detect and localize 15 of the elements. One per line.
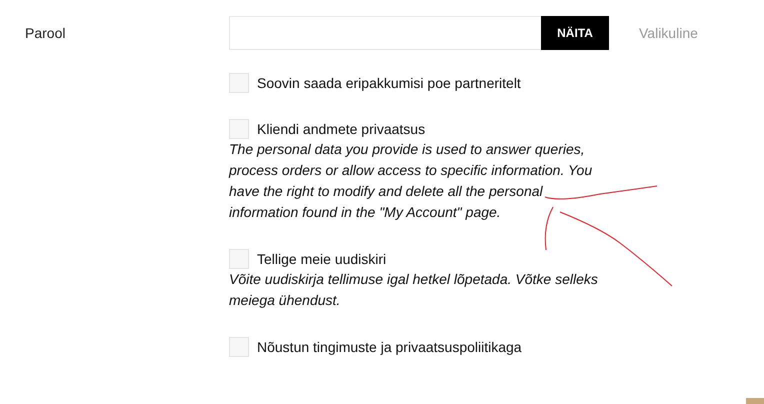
checkbox[interactable] xyxy=(229,337,249,357)
option-description: The personal data you provide is used to answer queries, process orders or allow access to specific information. You have the right to modify and delete all the personal information found in the "My Account" page. xyxy=(229,140,594,222)
optional-hint: Valikuline xyxy=(639,25,698,41)
checkbox-label: Soovin saada eripakkumisi poe partneritelt xyxy=(257,75,521,91)
checkbox[interactable] xyxy=(229,119,249,139)
checkbox-label: Nõustun tingimuste ja privaatsuspoliitikaga xyxy=(257,339,522,355)
checkbox[interactable] xyxy=(229,73,249,93)
password-field[interactable] xyxy=(229,16,541,50)
checkbox-label: Tellige meie uudiskiri xyxy=(257,251,386,267)
show-password-button[interactable]: NÄITA xyxy=(541,16,609,50)
checkbox[interactable] xyxy=(229,249,249,269)
checkbox-label: Kliendi andmete privaatsus xyxy=(257,121,426,137)
corner-tab[interactable] xyxy=(746,398,764,404)
option-description: Võite uudiskirja tellimuse igal hetkel lõpetada. Võtke selleks meiega ühendust. xyxy=(229,270,599,310)
password-label: Parool xyxy=(24,24,66,43)
